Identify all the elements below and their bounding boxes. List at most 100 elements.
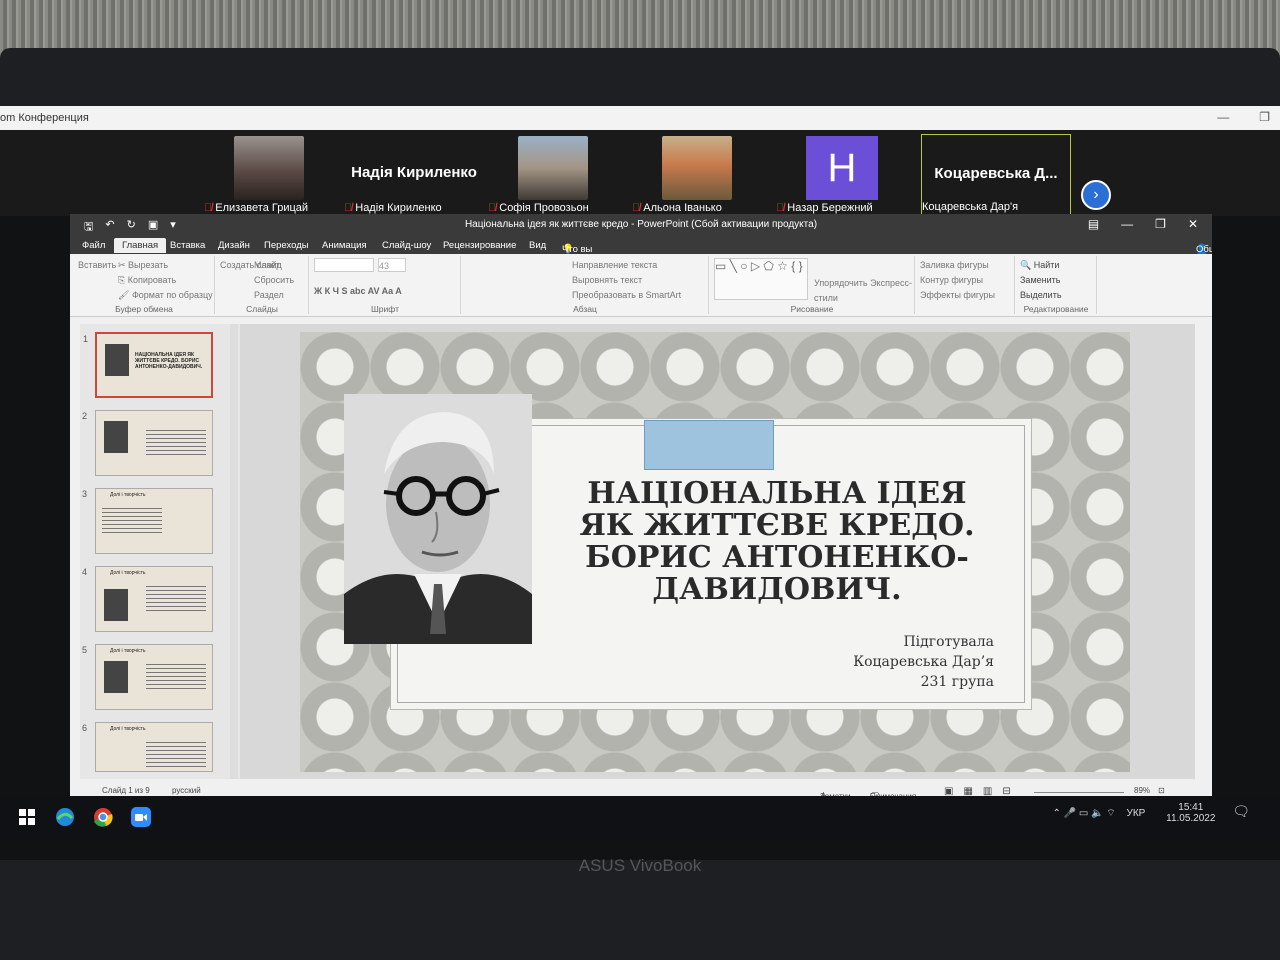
- ribbon-group-slides: Создать слайд Макет Сбросить Раздел Слай…: [216, 256, 309, 314]
- tab-animation[interactable]: Анимация: [322, 240, 367, 251]
- thumbnail-image: [104, 421, 128, 453]
- ribbon-options-icon[interactable]: ▤: [1088, 217, 1099, 231]
- slide-thumbnail[interactable]: 4 Долі і творчість: [82, 566, 213, 632]
- paste-button[interactable]: Вставить: [78, 258, 116, 273]
- slide-thumbnail[interactable]: 6 Долі і творчість: [82, 722, 213, 772]
- zoom-level[interactable]: 89%: [1134, 786, 1150, 795]
- clock[interactable]: 15:41 11.05.2022: [1166, 802, 1215, 824]
- portrait-image: [344, 394, 532, 644]
- edge-icon[interactable]: [54, 806, 76, 828]
- windows-start-icon[interactable]: [16, 806, 38, 828]
- participant-tile[interactable]: 🎙̸ Елизавета Грицай: [204, 134, 344, 216]
- arrange-button[interactable]: Упорядочить: [814, 278, 868, 288]
- zoom-slider[interactable]: [1034, 792, 1124, 793]
- font-name-select[interactable]: [314, 258, 374, 272]
- slide-thumbnails-pane: 1 НАЦІОНАЛЬНА ІДЕЯ ЯК ЖИТТЄВЕ КРЕДО. БОР…: [80, 324, 240, 779]
- shape-outline-button[interactable]: Контур фигуры: [920, 273, 995, 288]
- tab-insert[interactable]: Вставка: [170, 240, 205, 251]
- find-button[interactable]: 🔍 Найти: [1020, 258, 1062, 273]
- thumbnails-scrollbar[interactable]: [230, 324, 238, 779]
- ribbon-group-shape-format: Заливка фигуры Контур фигуры Эффекты фиг…: [916, 256, 1015, 314]
- align-text-button[interactable]: Выровнять текст: [572, 273, 681, 288]
- thumbnail-text: [146, 427, 206, 455]
- participant-strip: 🎙̸ Елизавета Грицай Надія Кириленко 🎙̸ Над…: [0, 130, 1280, 216]
- fit-to-window-icon[interactable]: ⊡: [1158, 786, 1165, 795]
- thumbnail-image: [105, 344, 129, 376]
- ppt-window-title: Національна ідея як життєве кредо - Powe…: [464, 219, 818, 230]
- author-portrait[interactable]: [344, 394, 532, 644]
- slide[interactable]: НАЦІОНАЛЬНА ІДЕЯ ЯК ЖИТТЄВЕ КРЕДО. БОРИС…: [300, 332, 1130, 772]
- participant-video: [518, 136, 588, 200]
- thumbnail-text: [146, 739, 206, 767]
- participant-video: [234, 136, 304, 200]
- maximize-icon[interactable]: ❐: [1259, 110, 1270, 124]
- search-icon: 🔍: [1020, 260, 1034, 270]
- minimize-icon[interactable]: —: [1121, 217, 1133, 231]
- tab-slideshow[interactable]: Слайд-шоу: [382, 240, 431, 251]
- window-controls: — ❐: [1217, 110, 1270, 124]
- zoom-app-icon[interactable]: [130, 806, 152, 828]
- font-size-select[interactable]: 43: [378, 258, 406, 272]
- participant-tile-active[interactable]: Коцаревська Д... Коцаревська Дар'я: [921, 134, 1071, 216]
- slide-thumbnail[interactable]: 1 НАЦІОНАЛЬНА ІДЕЯ ЯК ЖИТТЄВЕ КРЕДО. БОР…: [83, 332, 213, 398]
- next-participants-button[interactable]: ›: [1081, 180, 1111, 210]
- participant-display-name: Коцаревська Д...: [934, 165, 1058, 182]
- scissors-icon: ✂: [118, 260, 129, 270]
- participant-video: [662, 136, 732, 200]
- smartart-button[interactable]: Преобразовать в SmartArt: [572, 288, 681, 303]
- minimize-icon[interactable]: —: [1217, 110, 1229, 124]
- slide-thumbnail[interactable]: 2: [82, 410, 213, 476]
- chrome-icon[interactable]: [92, 806, 114, 828]
- tab-view[interactable]: Вид: [529, 240, 546, 251]
- tab-home[interactable]: Главная: [114, 238, 167, 253]
- select-button[interactable]: Выделить: [1020, 288, 1062, 303]
- cut-button[interactable]: ✂ Вырезать: [118, 258, 218, 273]
- thumbnail-text: [146, 661, 206, 689]
- participant-tile[interactable]: Надія Кириленко 🎙̸ Надія Кириленко: [344, 134, 484, 216]
- ribbon-group-label: Рисование: [790, 304, 834, 314]
- windows-taskbar: ⌃ 🎤 ▭ 🔈 ⌔ УКР 15:41 11.05.2022 🗨: [0, 796, 1280, 840]
- tray-icons[interactable]: ⌃ 🎤 ▭ 🔈 ⌔: [1052, 808, 1115, 819]
- maximize-icon[interactable]: ❐: [1155, 217, 1166, 231]
- thumbnail-text: [102, 505, 162, 533]
- mic-muted-icon: 🎙̸: [776, 202, 785, 214]
- keyboard-language[interactable]: УКР: [1126, 808, 1145, 819]
- replace-button[interactable]: Заменить: [1020, 273, 1062, 288]
- shape-effects-button[interactable]: Эффекты фигуры: [920, 288, 995, 303]
- ppt-titlebar: 🖫 ↶ ↻ ▣ ▾ Національна ідея як життєве кр…: [70, 214, 1212, 236]
- brush-icon: 🖌: [118, 290, 132, 300]
- mic-muted-icon: 🎙̸: [344, 202, 353, 214]
- shapes-gallery[interactable]: ▭ ╲ ○ ▷ ⬠ ☆ { }: [714, 258, 808, 300]
- close-icon[interactable]: ✕: [1188, 217, 1198, 231]
- screen: om Конференция — ❐ 🎙̸ Елизавета Грицай На…: [0, 106, 1280, 860]
- notifications-icon[interactable]: 🗨: [1232, 803, 1250, 819]
- slide-canvas: НАЦІОНАЛЬНА ІДЕЯ ЯК ЖИТТЄВЕ КРЕДО. БОРИС…: [240, 324, 1195, 779]
- tab-file[interactable]: Файл: [82, 240, 105, 251]
- slide-subtitle[interactable]: Підготувала Коцаревська Дар’я 231 група: [853, 632, 994, 692]
- language-indicator[interactable]: русский: [172, 786, 201, 795]
- layout-button[interactable]: Макет: [254, 258, 314, 273]
- mic-muted-icon: 🎙̸: [632, 202, 641, 214]
- section-button[interactable]: Раздел: [254, 288, 314, 303]
- format-painter-button[interactable]: 🖌 Формат по образцу: [118, 288, 218, 303]
- reset-button[interactable]: Сбросить: [254, 273, 314, 288]
- tab-review[interactable]: Рецензирование: [443, 240, 516, 251]
- author-name: Коцаревська Дар’я: [853, 654, 994, 670]
- font-format-buttons[interactable]: Ж К Ч S abc AV Aa A: [314, 284, 406, 299]
- tab-design[interactable]: Дизайн: [218, 240, 250, 251]
- participant-tile[interactable]: 🎙̸ Софія Провозьон: [488, 134, 628, 216]
- text-direction-button[interactable]: Направление текста: [572, 258, 681, 273]
- slide-thumbnail[interactable]: 5 Долі і творчість: [82, 644, 213, 710]
- thumbnail-image: [104, 589, 128, 621]
- shape-fill-button[interactable]: Заливка фигуры: [920, 258, 995, 273]
- slide-title[interactable]: НАЦІОНАЛЬНА ІДЕЯ ЯК ЖИТТЄВЕ КРЕДО. БОРИС…: [562, 478, 992, 606]
- ribbon-group-paragraph: Направление текста Выровнять текст Преоб…: [462, 256, 709, 314]
- copy-button[interactable]: ⎘ Копировать: [118, 273, 218, 288]
- ppt-window-controls: ▤ — ❐ ✕: [1088, 217, 1198, 231]
- participant-tile[interactable]: H 🎙̸ Назар Бережний: [776, 134, 916, 216]
- participant-tile[interactable]: 🎙̸ Альона Іванько: [632, 134, 772, 216]
- ribbon-group-label: Буфер обмена: [115, 304, 173, 314]
- slide-thumbnail[interactable]: 3 Долі і творчість: [82, 488, 213, 554]
- tab-transitions[interactable]: Переходы: [264, 240, 309, 251]
- zoom-titlebar: om Конференция — ❐: [0, 106, 1280, 130]
